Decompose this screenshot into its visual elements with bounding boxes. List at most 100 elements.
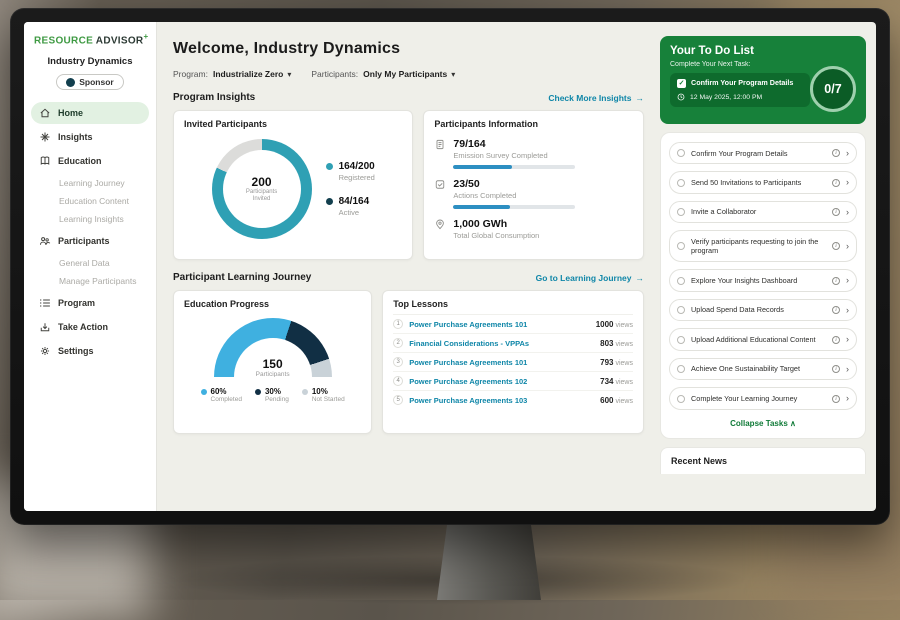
task-row-invite-collaborator[interactable]: Invite a Collaborator i › (669, 201, 857, 223)
emission-survey-value: 79/164 (453, 138, 575, 150)
task-row-complete-learning-journey[interactable]: Complete Your Learning Journey i › (669, 387, 857, 409)
lesson-link[interactable]: Power Purchase Agreements 103 (409, 396, 594, 405)
arrow-right-icon: → (636, 93, 645, 103)
sidebar-item-learning-insights[interactable]: Learning Insights (31, 210, 149, 228)
task-row-upload-spend-data[interactable]: Upload Spend Data Records i › (669, 299, 857, 321)
sidebar-item-manage-participants[interactable]: Manage Participants (31, 272, 149, 290)
collapse-tasks-button[interactable]: Collapse Tasks ∧ (669, 417, 857, 435)
sponsor-badge[interactable]: Sponsor (56, 74, 123, 90)
lesson-views-label: views (615, 360, 633, 367)
lesson-rank: 4 (393, 376, 403, 386)
chevron-right-icon: › (846, 335, 849, 344)
checkbox-checked-icon[interactable]: ✓ (677, 79, 686, 88)
learning-cards-row: Education Progress 150 Participants (173, 290, 644, 434)
sidebar-item-home[interactable]: Home (31, 102, 149, 124)
go-to-learning-journey-link[interactable]: Go to Learning Journey → (536, 273, 644, 283)
task-row-confirm-program[interactable]: Confirm Your Program Details i › (669, 142, 857, 164)
invited-count-label: Participants Invited (242, 189, 282, 203)
sidebar-item-take-action[interactable]: Take Action (31, 316, 149, 338)
lesson-rank: 2 (393, 338, 403, 348)
actions-completed-value: 23/50 (453, 178, 575, 190)
task-radio[interactable] (677, 179, 685, 187)
task-label: Explore Your Insights Dashboard (691, 276, 826, 285)
insights-icon (39, 131, 51, 143)
task-radio[interactable] (677, 277, 685, 285)
task-radio[interactable] (677, 208, 685, 216)
check-more-insights-label: Check More Insights (548, 93, 631, 103)
sidebar-item-label: Take Action (58, 322, 108, 332)
todo-header-card: Your To Do List Complete Your Next Task:… (660, 36, 866, 124)
task-row-upload-educational-content[interactable]: Upload Additional Educational Content i … (669, 328, 857, 350)
task-row-achieve-target[interactable]: Achieve One Sustainability Target i › (669, 358, 857, 380)
logo-advisor: ADVISOR (96, 35, 144, 46)
participants-information-title: Participants Information (434, 119, 633, 129)
lesson-link[interactable]: Financial Considerations - VPPAs (409, 339, 594, 348)
next-task-card[interactable]: ✓ Confirm Your Program Details 12 May 20… (670, 73, 810, 107)
actions-completed-stat: 23/50 Actions Completed (434, 178, 633, 209)
info-icon: i (832, 336, 840, 344)
program-insights-header: Program Insights Check More Insights → (173, 92, 644, 103)
lesson-row[interactable]: 2 Financial Considerations - VPPAs 803vi… (393, 334, 633, 353)
task-radio[interactable] (677, 149, 685, 157)
chevron-up-icon: ∧ (790, 419, 796, 428)
registered-dot-icon (326, 163, 333, 170)
participants-filter-value: Only My Participants (363, 69, 447, 79)
task-radio[interactable] (677, 242, 685, 250)
arrow-right-icon: → (636, 273, 645, 283)
collapse-tasks-label: Collapse Tasks (730, 419, 788, 428)
task-radio[interactable] (677, 395, 685, 403)
chevron-right-icon: › (846, 242, 849, 251)
legend-pending: 30% Pending (255, 387, 289, 403)
consumption-label: Total Global Consumption (453, 231, 539, 240)
sidebar-item-insights[interactable]: Insights (31, 126, 149, 148)
sidebar-item-participants[interactable]: Participants (31, 230, 149, 252)
legend-active: 84/164 Active (326, 196, 375, 217)
settings-gear-icon (39, 345, 51, 357)
chevron-right-icon: › (846, 365, 849, 374)
sponsor-icon (66, 78, 75, 87)
task-radio[interactable] (677, 365, 685, 373)
emission-survey-progressbar (453, 165, 575, 169)
task-row-explore-insights[interactable]: Explore Your Insights Dashboard i › (669, 269, 857, 291)
sidebar-item-education-content[interactable]: Education Content (31, 192, 149, 210)
task-label: Verify participants requesting to join t… (691, 237, 826, 256)
info-icon: i (832, 208, 840, 216)
registered-value: 164/200 (339, 161, 375, 172)
task-radio[interactable] (677, 306, 685, 314)
lesson-row[interactable]: 3 Power Purchase Agreements 101 793views (393, 353, 633, 372)
lesson-views-label: views (615, 341, 633, 348)
check-more-insights-link[interactable]: Check More Insights → (548, 93, 644, 103)
info-icon: i (832, 179, 840, 187)
todo-title: Your To Do List (670, 45, 856, 57)
sidebar-item-settings[interactable]: Settings (31, 340, 149, 362)
education-participants-count: 150 (214, 357, 332, 371)
lesson-link[interactable]: Power Purchase Agreements 102 (409, 377, 594, 386)
lesson-row[interactable]: 4 Power Purchase Agreements 102 734views (393, 372, 633, 391)
lesson-row[interactable]: 5 Power Purchase Agreements 103 600views (393, 391, 633, 409)
sidebar-item-education[interactable]: Education (31, 150, 149, 172)
sidebar-item-general-data[interactable]: General Data (31, 254, 149, 272)
invited-participants-card: Invited Participants 200 Participants In… (173, 110, 413, 260)
program-filter-dropdown[interactable]: Program: Industrialize Zero ▾ (173, 69, 291, 79)
lesson-link[interactable]: Power Purchase Agreements 101 (409, 358, 594, 367)
task-row-send-invitations[interactable]: Send 50 Invitations to Participants i › (669, 171, 857, 193)
info-icon: i (832, 306, 840, 314)
dashboard-screen: RESOURCE ADVISOR+ Industry Dynamics Spon… (24, 22, 876, 511)
program-list-icon (39, 297, 51, 309)
legend-registered: 164/200 Registered (326, 161, 375, 182)
sidebar-item-learning-journey[interactable]: Learning Journey (31, 174, 149, 192)
sidebar-item-label: Settings (58, 346, 94, 356)
task-radio[interactable] (677, 336, 685, 344)
invited-count: 200 (252, 175, 272, 189)
next-task-due: 12 May 2025, 12:00 PM (690, 94, 762, 101)
education-gauge-center: 150 Participants (214, 357, 332, 377)
lesson-row[interactable]: 1 Power Purchase Agreements 101 1000view… (393, 315, 633, 334)
sidebar-item-program[interactable]: Program (31, 292, 149, 314)
sidebar-item-label: Program (58, 298, 95, 308)
lesson-views-count: 734 (600, 377, 613, 386)
participants-filter-dropdown[interactable]: Participants: Only My Participants ▾ (311, 69, 455, 79)
lesson-link[interactable]: Power Purchase Agreements 101 (409, 320, 589, 329)
task-label: Confirm Your Program Details (691, 149, 826, 158)
chevron-right-icon: › (846, 394, 849, 403)
task-row-verify-participants[interactable]: Verify participants requesting to join t… (669, 230, 857, 262)
